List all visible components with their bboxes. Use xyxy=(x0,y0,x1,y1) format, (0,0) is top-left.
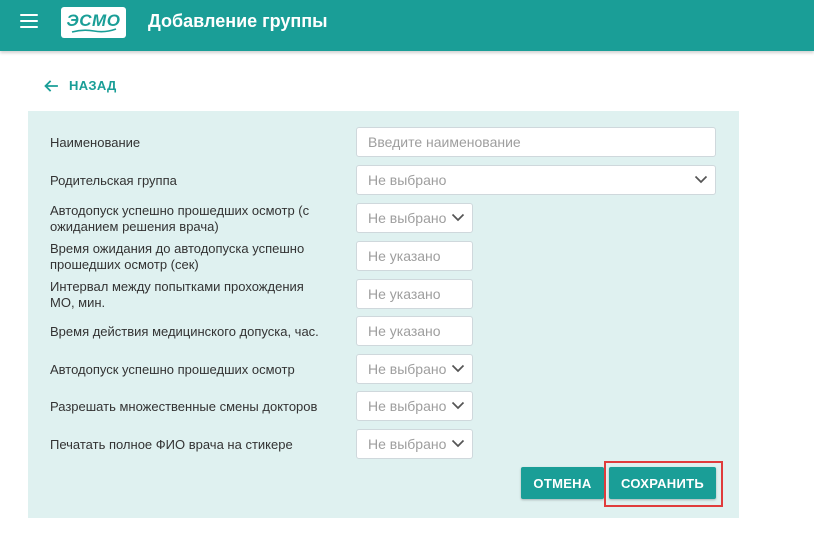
print-full-name-select[interactable]: Не выбрано xyxy=(356,429,473,459)
wait-time-input[interactable]: Не указано xyxy=(356,241,473,271)
chevron-down-icon xyxy=(694,175,708,184)
chevron-down-icon xyxy=(451,401,465,410)
arrow-left-icon xyxy=(44,79,58,92)
back-label: НАЗАД xyxy=(69,78,117,93)
multiple-shifts-select[interactable]: Не выбрано xyxy=(356,391,473,421)
multiple-shifts-value: Не выбрано xyxy=(368,398,447,414)
interval-input[interactable]: Не указано xyxy=(356,279,473,309)
field-label-autodopusk-doctor: Автодопуск успешно прошедших осмотр (с о… xyxy=(50,203,310,234)
parent-group-select[interactable]: Не выбрано xyxy=(356,165,716,195)
name-input[interactable]: Введите наименование xyxy=(356,127,716,157)
field-label-interval: Интервал между попытками прохождения МО,… xyxy=(50,279,304,310)
field-label-admission-duration: Время действия медицинского допуска, час… xyxy=(50,324,319,339)
field-label-multiple-shifts: Разрешать множественные смены докторов xyxy=(50,399,318,414)
print-full-name-value: Не выбрано xyxy=(368,436,447,452)
chevron-down-icon xyxy=(451,364,465,373)
chevron-down-icon xyxy=(451,213,465,222)
autodopusk-doctor-value: Не выбрано xyxy=(368,210,447,226)
parent-group-value: Не выбрано xyxy=(368,172,447,188)
app-logo: ЭСМО xyxy=(61,7,126,38)
page-title: Добавление группы xyxy=(148,11,328,31)
autodopusk-doctor-select[interactable]: Не выбрано xyxy=(356,203,473,233)
hamburger-menu-icon[interactable] xyxy=(20,14,38,28)
back-button[interactable]: НАЗАД xyxy=(44,78,117,93)
field-label-autodopusk: Автодопуск успешно прошедших осмотр xyxy=(50,362,295,377)
cancel-button[interactable]: ОТМЕНА xyxy=(521,467,604,499)
field-label-parent-group: Родительская группа xyxy=(50,173,177,188)
admission-duration-input[interactable]: Не указано xyxy=(356,316,473,346)
app-bar: ЭСМО Добавление группы xyxy=(0,0,814,51)
autodopusk-select[interactable]: Не выбрано xyxy=(356,354,473,384)
field-label-name: Наименование xyxy=(50,135,141,150)
save-button[interactable]: СОХРАНИТЬ xyxy=(609,467,716,499)
autodopusk-value: Не выбрано xyxy=(368,361,447,377)
field-label-wait-time: Время ожидания до автодопуска успешно пр… xyxy=(50,241,305,272)
logo-swoosh-icon xyxy=(71,28,117,33)
field-label-print-full-name: Печатать полное ФИО врача на стикере xyxy=(50,437,293,452)
chevron-down-icon xyxy=(451,439,465,448)
